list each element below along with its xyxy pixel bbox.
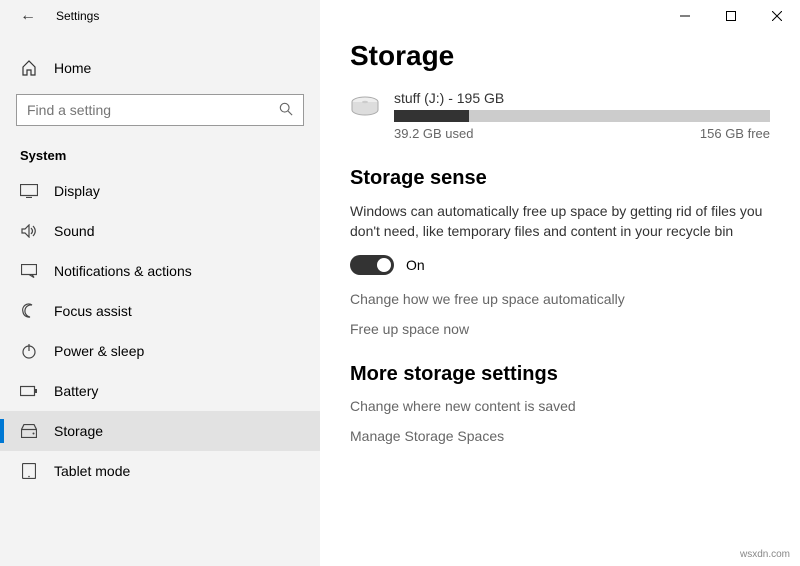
link-freeup-now[interactable]: Free up space now: [350, 321, 770, 337]
maximize-button[interactable]: [708, 0, 754, 32]
search-input[interactable]: [27, 102, 279, 118]
focus-assist-icon: [20, 303, 38, 319]
link-change-where[interactable]: Change where new content is saved: [350, 398, 770, 414]
storage-sense-desc: Windows can automatically free up space …: [350, 202, 770, 241]
sidebar-item-battery[interactable]: Battery: [0, 371, 320, 411]
sidebar-item-label: Power & sleep: [54, 343, 144, 359]
search-icon: [279, 102, 293, 119]
page-title: Storage: [350, 40, 770, 72]
sidebar-item-label: Battery: [54, 383, 98, 399]
storage-icon: [20, 424, 38, 438]
sidebar-item-notifications[interactable]: Notifications & actions: [0, 251, 320, 291]
sidebar-item-label: Display: [54, 183, 100, 199]
sidebar-item-tablet-mode[interactable]: Tablet mode: [0, 451, 320, 491]
link-storage-spaces[interactable]: Manage Storage Spaces: [350, 428, 770, 444]
sidebar-item-label: Notifications & actions: [54, 263, 192, 279]
search-box[interactable]: [16, 94, 304, 126]
home-label: Home: [54, 60, 91, 76]
sidebar-item-label: Tablet mode: [54, 463, 130, 479]
sidebar: Home System Display Sound Notifica: [0, 0, 320, 566]
storage-bar: [394, 110, 770, 122]
storage-sense-toggle[interactable]: [350, 255, 394, 275]
used-label: 39.2 GB used: [394, 126, 474, 141]
sound-icon: [20, 224, 38, 238]
tablet-icon: [20, 463, 38, 479]
content-pane: Storage stuff (J:) - 195 GB 39.2 GB used…: [320, 0, 800, 566]
storage-bar-fill: [394, 110, 469, 122]
close-button[interactable]: [754, 0, 800, 32]
disk-icon: [350, 96, 380, 116]
sidebar-item-display[interactable]: Display: [0, 171, 320, 211]
display-icon: [20, 184, 38, 198]
minimize-button[interactable]: [662, 0, 708, 32]
toggle-state-label: On: [406, 257, 425, 273]
link-change-freeup[interactable]: Change how we free up space automaticall…: [350, 291, 770, 307]
sidebar-item-label: Focus assist: [54, 303, 132, 319]
group-header: System: [0, 140, 320, 171]
notifications-icon: [20, 264, 38, 278]
window-title: Settings: [56, 9, 99, 23]
sidebar-item-storage[interactable]: Storage: [0, 411, 320, 451]
sidebar-item-label: Storage: [54, 423, 103, 439]
sidebar-item-power-sleep[interactable]: Power & sleep: [0, 331, 320, 371]
power-icon: [20, 343, 38, 359]
more-storage-heading: More storage settings: [350, 363, 770, 386]
sidebar-item-focus-assist[interactable]: Focus assist: [0, 291, 320, 331]
drive-title: stuff (J:) - 195 GB: [394, 90, 770, 106]
back-button[interactable]: ←: [20, 7, 36, 25]
free-label: 156 GB free: [700, 126, 770, 141]
drive-row[interactable]: stuff (J:) - 195 GB 39.2 GB used 156 GB …: [350, 90, 770, 141]
sidebar-item-label: Sound: [54, 223, 94, 239]
battery-icon: [20, 385, 38, 397]
titlebar: ← Settings: [0, 0, 800, 32]
storage-sense-heading: Storage sense: [350, 167, 770, 190]
watermark: wsxdn.com: [740, 549, 790, 560]
home-icon: [20, 60, 38, 76]
sidebar-item-sound[interactable]: Sound: [0, 211, 320, 251]
home-button[interactable]: Home: [0, 50, 320, 86]
